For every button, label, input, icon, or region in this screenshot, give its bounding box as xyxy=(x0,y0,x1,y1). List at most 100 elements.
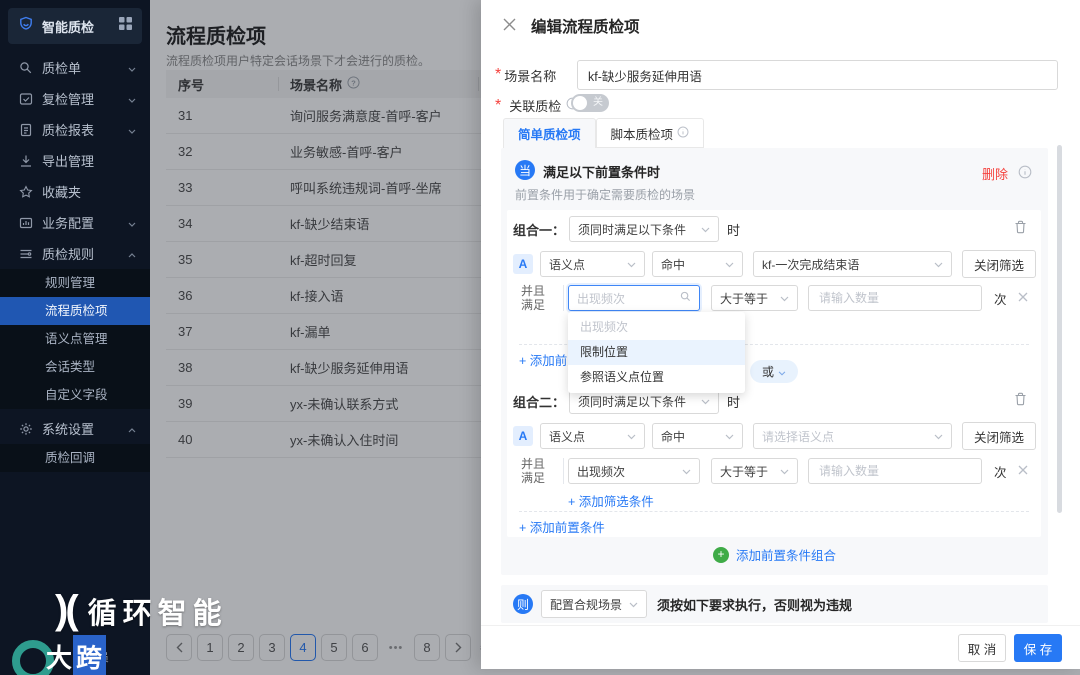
app-logo: 智能质检 xyxy=(8,8,142,44)
condition-type-select[interactable]: 语义点 xyxy=(540,423,645,449)
tab-simple-qc[interactable]: 简单质检项 xyxy=(503,118,596,148)
caret-down-icon xyxy=(780,291,789,305)
metric-combobox[interactable]: 出现频次 xyxy=(568,285,700,311)
sidebar-item-custom-fields[interactable]: 自定义字段 xyxy=(0,381,150,409)
group-1-condition-row: A 语义点 命中 kf-一次完成结束语 关闭筛选 xyxy=(513,250,1037,278)
precondition-subtitle: 前置条件用于确定需要质检的场景 xyxy=(515,188,696,202)
sidebar-item-label: 质检报表 xyxy=(42,123,95,138)
unit-label: 次 xyxy=(994,465,1007,480)
link-qc-toggle[interactable]: 关 xyxy=(571,94,609,112)
condition-op-select[interactable]: 命中 xyxy=(652,251,743,277)
add-filter-link[interactable]: + 添加筛选条件 xyxy=(568,491,654,510)
plus-icon: + xyxy=(519,521,527,535)
group-2-filter-row: 并且 满足 出现频次 大于等于 次 xyxy=(507,457,1028,485)
sidebar-item-report[interactable]: 质检报表 xyxy=(0,114,150,145)
metric-select[interactable]: 出现频次 xyxy=(568,458,700,484)
semantic-point-select[interactable]: 请选择语义点 xyxy=(753,423,952,449)
comparator-select[interactable]: 大于等于 xyxy=(711,458,798,484)
rules-icon xyxy=(18,247,33,261)
or-operator-pill[interactable]: 或 xyxy=(750,360,798,383)
close-filter-button[interactable]: 关闭筛选 xyxy=(962,422,1037,450)
chevron-down-icon xyxy=(128,91,136,106)
shield-icon xyxy=(18,16,34,37)
chevron-down-icon xyxy=(128,122,136,137)
when-badge: 当 xyxy=(515,160,535,180)
sidebar-item-business-config[interactable]: 业务配置 xyxy=(0,207,150,238)
scrollbar[interactable] xyxy=(1057,145,1062,513)
caret-down-icon xyxy=(627,429,636,443)
then-section: 则 配置合规场景 须按如下要求执行，否则视为违规 xyxy=(501,585,1048,623)
sidebar-item-qc-rules[interactable]: 质检规则 xyxy=(0,238,150,269)
info-icon[interactable] xyxy=(1018,165,1032,184)
condition-type-select[interactable]: 语义点 xyxy=(540,251,645,277)
app-window: 智能质检 质检单 复检管理 质检报表 导出管理 收藏夹 业务配置 质检规则 规则… xyxy=(0,0,1080,675)
remove-icon[interactable] xyxy=(1018,462,1028,480)
metric-dropdown: 出现频次 限制位置 参照语义点位置 xyxy=(568,312,745,393)
quantity-input[interactable] xyxy=(808,285,982,311)
sidebar-item-favorites[interactable]: 收藏夹 xyxy=(0,176,150,207)
edit-drawer: 编辑流程质检项 * 场景名称 * 关联质检 关 简单质检项 脚本质检项 xyxy=(481,0,1080,669)
save-button[interactable]: 保 存 xyxy=(1014,634,1062,662)
and-satisfy-label: 并且 满足 xyxy=(521,284,546,312)
sidebar-item-recheck[interactable]: 复检管理 xyxy=(0,83,150,114)
scene-name-label: * 场景名称 xyxy=(495,66,557,84)
search-icon xyxy=(680,291,691,305)
close-filter-button[interactable]: 关闭筛选 xyxy=(962,250,1037,278)
divider xyxy=(563,458,564,484)
sidebar-item-label: 复检管理 xyxy=(42,92,95,107)
sidebar-item-label: 系统设置 xyxy=(42,422,95,437)
business-icon xyxy=(18,216,33,230)
condition-badge: A xyxy=(513,426,533,446)
quantity-input[interactable] xyxy=(808,458,982,484)
trash-icon[interactable] xyxy=(1014,392,1027,411)
condition-op-select[interactable]: 命中 xyxy=(652,423,743,449)
caret-down-icon xyxy=(682,464,691,478)
caret-down-icon xyxy=(778,365,786,379)
doc-search-icon xyxy=(18,61,33,75)
plus-circle-icon: + xyxy=(712,546,729,563)
qc-rules-submenu: 规则管理 流程质检项 语义点管理 会话类型 自定义字段 xyxy=(0,269,150,409)
close-icon[interactable] xyxy=(503,18,516,36)
remove-icon[interactable] xyxy=(1018,289,1028,307)
group-1-logic-select[interactable]: 须同时满足以下条件 xyxy=(569,216,720,242)
dropdown-option-position-limit[interactable]: 限制位置 xyxy=(568,340,745,365)
sidebar-item-rule-management[interactable]: 规则管理 xyxy=(0,269,150,297)
recheck-icon xyxy=(18,92,33,106)
sidebar-item-inspection-list[interactable]: 质检单 xyxy=(0,52,150,83)
comparator-select[interactable]: 大于等于 xyxy=(711,285,798,311)
caret-down-icon xyxy=(934,429,943,443)
tab-script-qc[interactable]: 脚本质检项 xyxy=(595,118,705,148)
condition-badge: A xyxy=(513,254,533,274)
grid-icon[interactable] xyxy=(119,17,132,35)
caret-down-icon xyxy=(701,222,710,236)
sidebar-item-label: 导出管理 xyxy=(42,154,95,169)
sidebar-item-label: 质检单 xyxy=(42,61,82,76)
divider xyxy=(519,511,1029,512)
add-group-link[interactable]: + 添加前置条件组合 xyxy=(501,545,1048,564)
plus-icon: + xyxy=(519,354,527,368)
brand-watermark: )( 循环智能 xyxy=(55,588,228,632)
divider xyxy=(563,285,564,311)
star-icon xyxy=(18,184,33,199)
sidebar-item-session-types[interactable]: 会话类型 xyxy=(0,353,150,381)
sidebar-item-label: 业务配置 xyxy=(42,216,95,231)
dropdown-option-reference-position[interactable]: 参照语义点位置 xyxy=(568,365,745,390)
add-condition-link[interactable]: + 添加前置条件 xyxy=(519,517,605,536)
cancel-button[interactable]: 取 消 xyxy=(958,634,1006,662)
sidebar-item-semantic-points[interactable]: 语义点管理 xyxy=(0,325,150,353)
delete-button[interactable]: 删除 xyxy=(982,164,1008,183)
drawer-footer: 取 消 保 存 xyxy=(481,625,1080,669)
sidebar-item-system-settings[interactable]: 系统设置 xyxy=(0,413,150,444)
compliance-scene-select[interactable]: 配置合规场景 xyxy=(541,590,647,618)
caret-down-icon xyxy=(627,257,636,271)
sidebar-item-process-qc-items[interactable]: 流程质检项 xyxy=(0,297,150,325)
chevron-up-icon xyxy=(128,246,136,261)
scene-name-input[interactable] xyxy=(577,60,1058,90)
trash-icon[interactable] xyxy=(1014,220,1027,239)
sidebar-item-export[interactable]: 导出管理 xyxy=(0,145,150,176)
semantic-point-select[interactable]: kf-一次完成结束语 xyxy=(753,251,952,277)
sidebar-item-qc-callback[interactable]: 质检回调 xyxy=(0,444,150,472)
info-icon xyxy=(677,126,689,141)
toggle-knob xyxy=(573,96,587,110)
brand-logo-glyph: )( xyxy=(55,588,79,632)
